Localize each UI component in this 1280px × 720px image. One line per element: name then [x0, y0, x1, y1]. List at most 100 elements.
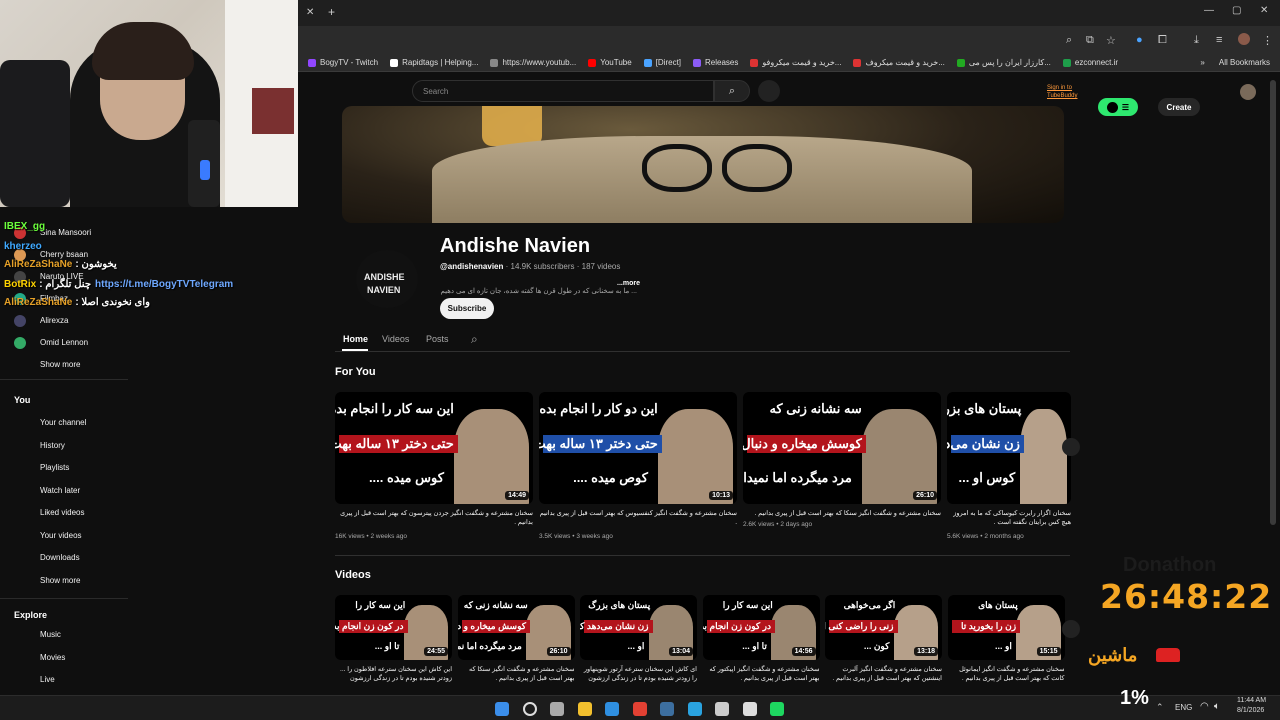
you-item[interactable]: Liked videos: [40, 508, 84, 517]
bookmark-item[interactable]: BogyTV - Twitch: [308, 58, 378, 67]
you-item[interactable]: Your videos: [40, 531, 82, 540]
subscribe-button[interactable]: Subscribe: [440, 298, 494, 319]
bookmark-item[interactable]: [Direct]: [643, 58, 681, 67]
extensions-icon[interactable]: ⧠: [1158, 34, 1167, 47]
all-bookmarks-button[interactable]: All Bookmarks: [1219, 58, 1270, 67]
video-thumbnail[interactable]: این سه کار را در کون زن انجام بده تا او ..…: [335, 595, 452, 660]
tab-home[interactable]: Home: [343, 334, 368, 344]
thumbnail-line-1: پستان های بزرگ: [588, 600, 651, 611]
vscode-icon[interactable]: [605, 702, 619, 716]
show-more-you[interactable]: Show more: [40, 576, 80, 585]
shelf-next-button[interactable]: [1062, 438, 1080, 456]
minimize-button[interactable]: —: [1204, 5, 1214, 16]
language-indicator[interactable]: ENG: [1175, 703, 1192, 712]
new-tab-button[interactable]: +: [328, 5, 335, 19]
volume-icon[interactable]: 🔈︎: [1214, 701, 1220, 712]
zoom-icon[interactable]: ⌕: [1066, 34, 1072, 47]
video-title[interactable]: ای کاش این سخنان سترعه آرتور شوپنهاور را…: [580, 665, 697, 685]
video-thumbnail[interactable]: پستان های زن را بخورید تا او ... 15:15: [947, 595, 1065, 660]
video-title[interactable]: سخنان مشترعه و شگفت انگیز آلبرت اینشتین …: [825, 665, 942, 685]
download-icon[interactable]: ⤓: [1194, 34, 1199, 47]
video-thumbnail[interactable]: سه نشانه زنی که کوسش میخاره و دنبال مرد می…: [743, 392, 941, 504]
file-explorer-icon[interactable]: [577, 702, 592, 716]
bookmark-item[interactable]: YouTube: [588, 58, 632, 67]
clock-time[interactable]: 11:44 AM: [1237, 697, 1266, 704]
telegram-icon[interactable]: [687, 702, 702, 716]
more-link[interactable]: ...more: [617, 280, 640, 287]
taskbar-search-icon[interactable]: [522, 702, 537, 716]
you-item[interactable]: Playlists: [40, 463, 69, 472]
bookmark-item[interactable]: خرید و قیمت میکروفو...: [750, 58, 841, 67]
video-title[interactable]: سخنان مشترعه و شگفت انگیز کنفسیوس که بهت…: [539, 509, 737, 529]
create-button[interactable]: Create: [1158, 98, 1200, 116]
show-more-subs[interactable]: Show more: [40, 360, 80, 369]
clock-date[interactable]: 8/1/2026: [1237, 707, 1264, 714]
videos-next-button[interactable]: [1062, 620, 1080, 638]
epic-icon[interactable]: [742, 702, 757, 716]
install-icon[interactable]: ⧉: [1086, 34, 1094, 47]
account-avatar[interactable]: [1240, 84, 1256, 100]
xbox-icon[interactable]: [715, 702, 729, 716]
you-item[interactable]: Your channel: [40, 418, 86, 427]
voice-search-button[interactable]: [758, 80, 780, 102]
video-title[interactable]: سخنان مشترعه و شگفت انگیز ایمانوئل کانت …: [948, 665, 1064, 685]
video-thumbnail[interactable]: این سه کار را انجام بده حتی دختر ۱۳ ساله …: [335, 392, 533, 504]
video-title[interactable]: سخنان مشترعه و شگفت انگیز سنکا که بهتر ا…: [458, 665, 575, 685]
subscription-item[interactable]: Cherry bsaan: [40, 250, 88, 259]
task-view-icon[interactable]: [550, 702, 564, 716]
maximize-button[interactable]: ▢: [1232, 5, 1241, 16]
you-item[interactable]: History: [40, 441, 65, 450]
video-thumbnail[interactable]: این دو کار را انجام بده حتی دختر ۱۳ ساله …: [539, 392, 737, 504]
close-window-button[interactable]: ✕: [1260, 5, 1268, 16]
tray-chevron-icon[interactable]: ⌃: [1156, 702, 1164, 713]
search-button[interactable]: ⌕: [714, 80, 750, 102]
subscription-item[interactable]: Omid Lennon: [40, 338, 88, 347]
start-icon[interactable]: [495, 702, 509, 716]
channel-avatar-icon[interactable]: [14, 337, 26, 349]
spotify-icon[interactable]: [770, 702, 784, 716]
tab-close-icon[interactable]: ✕: [306, 7, 314, 18]
channel-avatar-icon[interactable]: [14, 315, 26, 327]
explore-item[interactable]: Live: [40, 675, 55, 684]
video-title[interactable]: سخنان اگزار رایرت کیوساکی که ما به امروز…: [947, 509, 1071, 529]
video-title[interactable]: سخنان مشترعه و شگفت انگیز اپیکتور که بهت…: [703, 665, 819, 685]
you-heading[interactable]: You: [14, 395, 30, 405]
video-title[interactable]: این کاش این سخنان سترعه افلاطون را ... ز…: [335, 665, 452, 685]
steam-icon[interactable]: [660, 702, 674, 716]
page-scrollbar[interactable]: [1270, 80, 1276, 525]
star-icon[interactable]: ☆: [1106, 34, 1116, 47]
bookmark-item[interactable]: کارزار ایران را پس می...: [956, 58, 1051, 67]
chat-link[interactable]: https://t.me/BogyTVTelegram: [95, 279, 233, 290]
video-thumbnail[interactable]: اگر می‌خواهی زنی را راضی کنی اول کون ... 13…: [825, 595, 942, 660]
bookmark-item[interactable]: Releases: [693, 58, 738, 67]
explore-item[interactable]: Movies: [40, 653, 65, 662]
profile-avatar[interactable]: [1238, 33, 1250, 45]
video-thumbnail[interactable]: پستان های بزرگ زن نشان می‌دهد که کوس او ..…: [580, 595, 697, 660]
you-item[interactable]: Downloads: [40, 553, 80, 562]
tab-posts[interactable]: Posts: [426, 334, 449, 344]
video-thumbnail[interactable]: این سه کار را در کون زن انجام بده تا او ..…: [702, 595, 820, 660]
tubebuddy-button[interactable]: ☰: [1098, 98, 1138, 116]
bookmarks-overflow-icon[interactable]: »: [1200, 58, 1204, 67]
explore-item[interactable]: Music: [40, 630, 61, 639]
bookmark-item[interactable]: https://www.youtub...: [490, 58, 576, 67]
bookmark-item[interactable]: Rapidtags | Helping...: [390, 58, 478, 67]
search-input[interactable]: Search: [412, 80, 714, 102]
reading-list-icon[interactable]: ≡: [1216, 34, 1222, 46]
chrome-icon[interactable]: [632, 702, 647, 716]
bookmark-item[interactable]: ezconnect.ir: [1062, 58, 1118, 67]
channel-search-icon[interactable]: ⌕: [471, 332, 478, 347]
extension-badge-icon[interactable]: ●: [1136, 34, 1143, 46]
video-title[interactable]: سخنان مشترعه و شگفت انگیز جردن پیترسون ک…: [335, 509, 533, 529]
video-thumbnail[interactable]: سه نشانه زنی که کوسش میخاره و دنبال مرد می…: [457, 595, 575, 660]
menu-icon[interactable]: ⋮: [1262, 34, 1273, 47]
tab-videos[interactable]: Videos: [382, 334, 409, 344]
tubebuddy-signin-link[interactable]: Sign in to TubeBuddy: [1047, 84, 1077, 100]
you-item[interactable]: Watch later: [40, 486, 80, 495]
subscription-item[interactable]: Alirexza: [40, 316, 68, 325]
wifi-icon[interactable]: ◠: [1200, 701, 1209, 712]
channel-avatar[interactable]: ANDISHE NAVIEN: [356, 250, 418, 308]
channel-description[interactable]: ...more ... ما به سخنانی که در طول قرن ه…: [440, 280, 640, 295]
video-thumbnail[interactable]: پستان های بزرگ زن نشان می‌دهد که کوس او ..…: [947, 392, 1071, 504]
bookmark-item[interactable]: خرید و قیمت میکروف...: [853, 58, 945, 67]
